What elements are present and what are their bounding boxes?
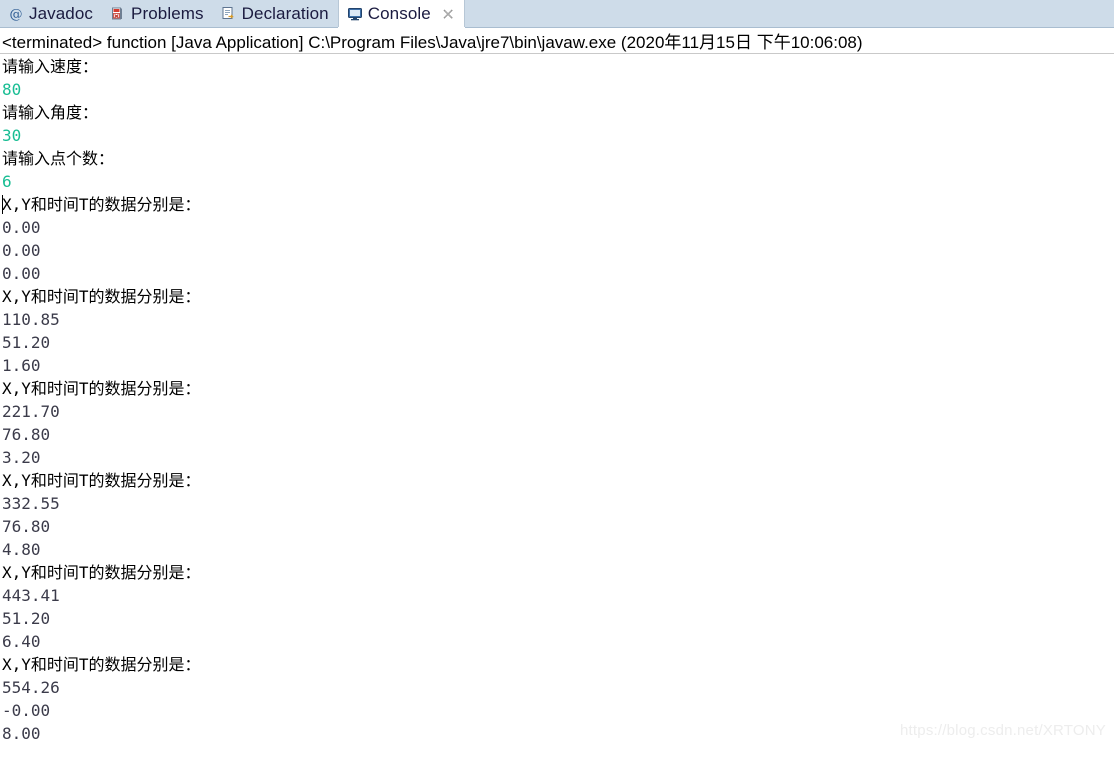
console-line-value: 443.41	[2, 584, 1114, 607]
view-tab-bar: @ Javadoc Problems Declaration Console	[0, 0, 1114, 29]
tab-declaration-label: Declaration	[241, 4, 329, 23]
console-line-prompt: 请输入点个数：	[2, 147, 1114, 170]
console-line-value: 221.70	[2, 400, 1114, 423]
console-line-text: 4.80	[2, 540, 41, 559]
tab-problems-label: Problems	[131, 4, 204, 23]
console-line-text: 221.70	[2, 402, 60, 421]
console-line-text: 6	[2, 172, 12, 191]
console-line-value: 554.26	[2, 676, 1114, 699]
console-line-text: 8.00	[2, 724, 41, 743]
tab-javadoc-label: Javadoc	[29, 4, 94, 23]
problems-error-icon	[112, 7, 123, 20]
console-output-area[interactable]: 请输入速度： 80 请输入角度： 30 请输入点个数： 6 X,Y和时间T的数据分别是： 0.…	[0, 55, 1114, 757]
javadoc-at-icon: @	[10, 8, 23, 23]
tab-console[interactable]: Console	[337, 0, 465, 29]
console-line-value: 51.20	[2, 607, 1114, 630]
console-line-text: 请输入点个数：	[2, 149, 115, 168]
console-line-text: X,Y和时间T的数据分别是：	[2, 287, 201, 306]
console-line-text: X,Y和时间T的数据分别是：	[2, 655, 201, 674]
console-line-input: 30	[2, 124, 1114, 147]
console-line-value: -0.00	[2, 699, 1114, 722]
console-line-text: X,Y和时间T的数据分别是：	[2, 471, 201, 490]
console-line-text: 110.85	[2, 310, 60, 329]
console-monitor-icon	[347, 8, 362, 21]
console-line-text: X,Y和时间T的数据分别是：	[2, 563, 201, 582]
console-line-value: 76.80	[2, 423, 1114, 446]
console-line-text: 请输入角度：	[2, 103, 99, 122]
console-line-value: 0.00	[2, 262, 1114, 285]
console-line-text: X,Y和时间T的数据分别是：	[2, 195, 201, 214]
svg-text:@: @	[10, 8, 23, 23]
console-line-prompt: 请输入角度：	[2, 101, 1114, 124]
console-line-text: 554.26	[2, 678, 60, 697]
console-line-text: 3.20	[2, 448, 41, 467]
console-line-text: 0.00	[2, 218, 41, 237]
tab-problems[interactable]: Problems	[102, 0, 213, 28]
console-line-header: X,Y和时间T的数据分别是：	[2, 653, 1114, 676]
console-line-text: 332.55	[2, 494, 60, 513]
console-line-text: 0.00	[2, 241, 41, 260]
declaration-doc-icon	[222, 7, 234, 19]
console-line-text: X,Y和时间T的数据分别是：	[2, 379, 201, 398]
console-line-text: 6.40	[2, 632, 41, 651]
console-line-value: 0.00	[2, 216, 1114, 239]
tab-close-icon[interactable]	[442, 8, 455, 21]
console-line-text: 51.20	[2, 609, 51, 628]
console-line-header: X,Y和时间T的数据分别是：	[2, 377, 1114, 400]
console-line-text: 51.20	[2, 333, 51, 352]
console-line-text: 76.80	[2, 517, 51, 536]
console-line-text: 1.60	[2, 356, 41, 375]
process-status-line: <terminated> function [Java Application]…	[0, 28, 1114, 54]
console-line-text: 443.41	[2, 586, 60, 605]
console-line-input: 6	[2, 170, 1114, 193]
console-line-value: 4.80	[2, 538, 1114, 561]
console-line-value: 332.55	[2, 492, 1114, 515]
console-line-value: 110.85	[2, 308, 1114, 331]
tab-javadoc[interactable]: @ Javadoc	[0, 0, 102, 28]
console-line-text: 30	[2, 126, 22, 145]
console-line-value: 51.20	[2, 331, 1114, 354]
console-line-header: X,Y和时间T的数据分别是：	[2, 285, 1114, 308]
console-line-text: 76.80	[2, 425, 51, 444]
console-line-header: X,Y和时间T的数据分别是：	[2, 193, 1114, 216]
tab-strip: @ Javadoc Problems Declaration Console	[0, 0, 1114, 29]
console-line-text: 请输入速度：	[2, 57, 99, 76]
process-status-text: <terminated> function [Java Application]…	[2, 33, 863, 52]
console-line-value: 3.20	[2, 446, 1114, 469]
tab-declaration[interactable]: Declaration	[213, 0, 338, 28]
console-line-value: 1.60	[2, 354, 1114, 377]
console-line-text: 80	[2, 80, 22, 99]
console-line-input: 80	[2, 78, 1114, 101]
console-line-prompt: 请输入速度：	[2, 55, 1114, 78]
console-line-header: X,Y和时间T的数据分别是：	[2, 561, 1114, 584]
tab-console-label: Console	[367, 4, 431, 23]
text-caret	[2, 195, 3, 214]
console-line-value: 76.80	[2, 515, 1114, 538]
console-line-text: 0.00	[2, 264, 41, 283]
console-line-header: X,Y和时间T的数据分别是：	[2, 469, 1114, 492]
console-line-value: 6.40	[2, 630, 1114, 653]
console-line-value: 0.00	[2, 239, 1114, 262]
watermark-text: https://blog.csdn.net/XRTONY	[900, 722, 1106, 739]
console-line-text: -0.00	[2, 701, 51, 720]
